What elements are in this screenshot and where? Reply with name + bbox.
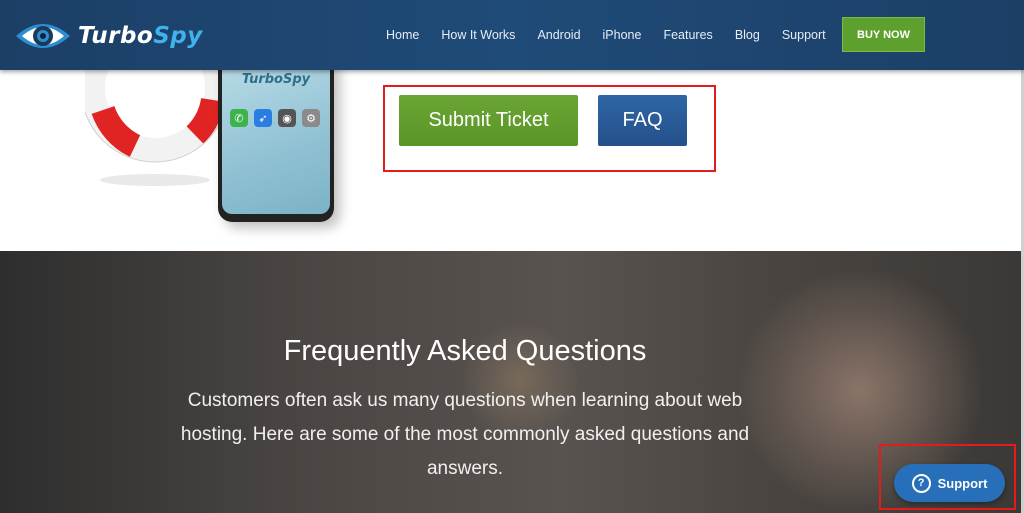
compass-icon: ➶ bbox=[254, 109, 272, 127]
logo[interactable]: TurboSpy bbox=[14, 16, 203, 56]
buy-now-button[interactable]: BUY NOW bbox=[842, 17, 925, 52]
faq-section: Frequently Asked Questions Customers oft… bbox=[0, 251, 1024, 513]
faq-description: Customers often ask us many questions wh… bbox=[180, 390, 750, 479]
nav-how-it-works[interactable]: How It Works bbox=[441, 28, 515, 42]
nav-blog[interactable]: Blog bbox=[735, 28, 760, 42]
logo-text: TurboSpy bbox=[78, 23, 203, 49]
support-hero: TurboSpy ✆ ➶ ◉ ⚙ Submit Ticket FAQ bbox=[0, 40, 1024, 251]
faq-title: Frequently Asked Questions bbox=[283, 335, 647, 367]
phone-brand: TurboSpy bbox=[241, 72, 311, 87]
phone-image: TurboSpy ✆ ➶ ◉ ⚙ bbox=[218, 60, 334, 222]
nav-android[interactable]: Android bbox=[537, 28, 580, 42]
nav-features[interactable]: Features bbox=[663, 28, 712, 42]
nav-home[interactable]: Home bbox=[386, 28, 419, 42]
camera-icon: ◉ bbox=[278, 109, 296, 127]
faq-button[interactable]: FAQ bbox=[598, 95, 687, 146]
question-icon: ? bbox=[911, 473, 931, 493]
submit-ticket-button[interactable]: Submit Ticket bbox=[399, 95, 578, 146]
site-header: TurboSpy Home How It Works Android iPhon… bbox=[0, 0, 1024, 70]
main-nav: Home How It Works Android iPhone Feature… bbox=[386, 0, 848, 70]
support-widget-button[interactable]: ? Support bbox=[894, 464, 1005, 502]
nav-support[interactable]: Support bbox=[782, 28, 826, 42]
nav-iphone[interactable]: iPhone bbox=[603, 28, 642, 42]
eye-logo-icon bbox=[16, 24, 70, 48]
settings-icon: ⚙ bbox=[302, 109, 320, 127]
phone-icon: ✆ bbox=[230, 109, 248, 127]
phone-screen: TurboSpy ✆ ➶ ◉ ⚙ bbox=[222, 60, 330, 214]
app-icons: ✆ ➶ ◉ ⚙ bbox=[230, 109, 326, 127]
support-widget-label: Support bbox=[937, 475, 988, 491]
